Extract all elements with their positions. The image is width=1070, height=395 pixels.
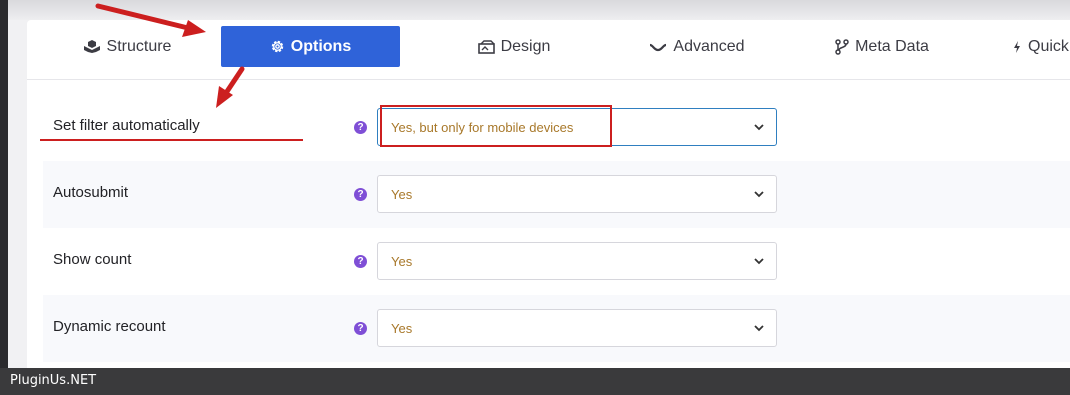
tab-advanced[interactable]: Advanced (632, 26, 762, 67)
branch-icon (835, 38, 849, 55)
help-icon[interactable]: ? (354, 121, 367, 134)
tab-options[interactable]: Options (221, 26, 400, 67)
tab-design-label: Design (500, 37, 551, 55)
show-count-select[interactable]: Yes (377, 242, 777, 280)
tab-bar: Structure Options Design Advanced Meta D… (27, 20, 1070, 80)
chevron-down-icon (754, 124, 764, 131)
tab-options-label: Options (290, 37, 352, 55)
select-value: Yes, but only for mobile devices (391, 119, 574, 135)
autosubmit-select[interactable]: Yes (377, 175, 777, 213)
dynamic-recount-select[interactable]: Yes (377, 309, 777, 347)
chevron-down-icon (754, 258, 764, 265)
footer-bar: PluginUs.NET (0, 368, 1070, 395)
setting-row-show-count: Show count ? Yes (43, 228, 1070, 295)
gear-icon (270, 39, 285, 54)
tab-design[interactable]: Design (459, 26, 569, 67)
select-value: Yes (391, 253, 413, 269)
help-icon[interactable]: ? (354, 188, 367, 201)
tab-advanced-label: Advanced (673, 37, 745, 55)
left-sidebar-strip (0, 0, 8, 368)
chevron-down-icon (754, 191, 764, 198)
tab-meta-data-label: Meta Data (855, 37, 929, 55)
tab-meta-data[interactable]: Meta Data (822, 26, 942, 67)
help-icon[interactable]: ? (354, 255, 367, 268)
bolt-icon (1012, 40, 1022, 54)
tab-structure[interactable]: Structure (67, 26, 187, 67)
setting-row-autosubmit: Autosubmit ? Yes (43, 161, 1070, 228)
select-value: Yes (391, 320, 413, 336)
settings-panel: Structure Options Design Advanced Meta D… (27, 20, 1070, 368)
tab-quick[interactable]: Quick (1012, 26, 1070, 67)
footer-watermark: PluginUs.NET (10, 373, 97, 388)
set-filter-select[interactable]: Yes, but only for mobile devices (377, 108, 777, 146)
setting-row-set-filter: Set filter automatically ? Yes, but only… (43, 94, 1070, 161)
setting-label: Set filter automatically (53, 117, 200, 134)
design-icon (477, 39, 495, 54)
setting-row-dynamic-recount: Dynamic recount ? Yes (43, 295, 1070, 362)
wave-icon (649, 42, 667, 52)
setting-label: Show count (53, 251, 132, 268)
tab-structure-label: Structure (106, 37, 172, 55)
setting-label: Autosubmit (53, 184, 129, 201)
setting-label: Dynamic recount (53, 318, 166, 335)
top-shadow (8, 0, 1070, 20)
chevron-down-icon (754, 325, 764, 332)
help-icon[interactable]: ? (354, 322, 367, 335)
cubes-icon (83, 39, 101, 54)
tab-quick-label: Quick (1028, 37, 1069, 55)
select-value: Yes (391, 186, 413, 202)
